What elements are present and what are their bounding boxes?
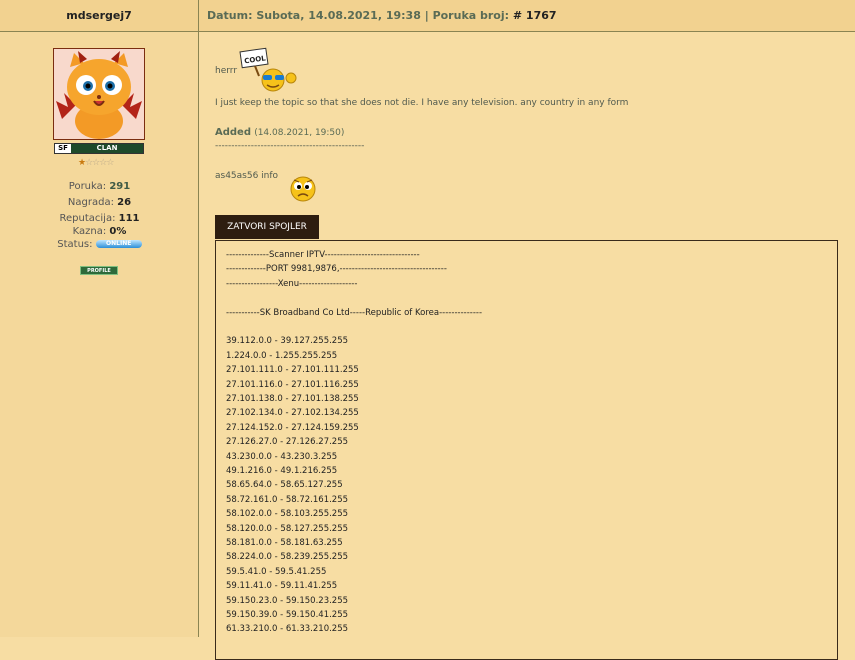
stat-nagrada: Nagrada: 26: [67, 197, 132, 208]
spoiler-line: 59.150.23.0 - 59.150.23.255: [226, 595, 349, 606]
post-text-line2: I just keep the topic so that she does n…: [215, 98, 629, 108]
rank-stars: ★☆☆☆☆: [78, 158, 122, 168]
spoiler-line: 61.33.210.0 - 61.33.210.255: [226, 624, 349, 635]
reputacija-count[interactable]: 111: [119, 213, 140, 224]
spoiler-line: -------------PORT 9981,9876,------------…: [226, 264, 447, 275]
stat-status: Status: ONLINE: [0, 239, 199, 250]
added-time: (14.08.2021, 19:50): [254, 128, 345, 138]
spoiler-line: 27.124.152.0 - 27.124.159.255: [226, 422, 359, 433]
post-text-line1: herrr: [215, 66, 238, 76]
avatar[interactable]: [53, 48, 145, 140]
spoiler-line: 27.101.138.0 - 27.101.138.255: [226, 394, 359, 404]
spoiler-line: 58.72.161.0 - 58.72.161.255: [226, 494, 349, 505]
spoiler-line: -----------SK Broadband Co Ltd-----Repub…: [226, 307, 483, 318]
spoiler-line: 1.224.0.0 - 1.255.255.255: [226, 350, 338, 361]
worried-smiley-icon: [290, 176, 316, 202]
post-author-header: mdsergej7: [0, 0, 199, 32]
post-content: herrr COOL I just keep the topic so that…: [199, 32, 855, 660]
spoiler-line: 59.150.39.0 - 59.150.41.255: [226, 610, 349, 620]
spoiler-line: 27.101.116.0 - 27.101.116.255: [226, 379, 359, 390]
author-sidebar: SF CLAN ★☆☆☆☆ Poruka: 291 Nagrada: 26 Re…: [0, 32, 199, 637]
info-text: as45as56 info: [215, 171, 279, 181]
spoiler-content: --------------Scanner IPTV--------------…: [215, 240, 838, 660]
post-number-link[interactable]: # 1767: [513, 9, 557, 22]
cool-smiley-icon: COOL: [239, 47, 297, 92]
kazna-value: 0%: [109, 226, 127, 237]
clan-badge: SF CLAN: [54, 143, 144, 154]
spoiler-line: 27.126.27.0 - 27.126.27.255: [226, 437, 349, 448]
stat-reputacija: Reputacija: 111: [59, 213, 140, 224]
stat-kazna: Kazna: 0%: [72, 226, 127, 237]
username-link[interactable]: mdsergej7: [66, 9, 132, 22]
meta-separator: |: [424, 9, 429, 22]
cat-devil-avatar-icon: [54, 49, 144, 139]
online-status-badge: ONLINE: [95, 240, 142, 248]
spoiler-line: 58.181.0.0 - 58.181.63.255: [226, 538, 343, 548]
spoiler-line: 59.5.41.0 - 59.5.41.255: [226, 566, 327, 577]
spoiler-line: -----------------Xenu-------------------: [226, 278, 358, 289]
spoiler-line: 27.101.111.0 - 27.101.111.255: [226, 365, 359, 376]
date-label: Datum:: [207, 9, 253, 22]
clan-prefix: SF: [55, 144, 71, 153]
spoiler-line: 59.11.41.0 - 59.11.41.255: [226, 581, 338, 592]
spoiler-line: 43.230.0.0 - 43.230.3.255: [226, 451, 338, 462]
added-label: Added: [215, 127, 251, 138]
nagrada-count[interactable]: 26: [117, 197, 131, 208]
spoiler-line: 49.1.216.0 - 49.1.216.255: [226, 466, 338, 476]
spoiler-line: --------------Scanner IPTV--------------…: [226, 250, 420, 260]
spoiler-line: 39.112.0.0 - 39.127.255.255: [226, 336, 349, 347]
post-number-label: Poruka broj:: [432, 9, 510, 22]
spoiler-line: 58.224.0.0 - 58.239.255.255: [226, 552, 349, 563]
date-value: Subota, 14.08.2021, 19:38: [256, 9, 421, 22]
poruka-count[interactable]: 291: [109, 181, 130, 192]
spoiler-line: 58.102.0.0 - 58.103.255.255: [226, 509, 349, 520]
dashed-divider: ----------------------------------------…: [215, 141, 365, 151]
forum-post: mdsergej7 Datum: Subota, 14.08.2021, 19:…: [0, 0, 855, 660]
spoiler-line: 58.65.64.0 - 58.65.127.255: [226, 480, 343, 491]
added-note: Added (14.08.2021, 19:50): [215, 127, 344, 138]
spoiler-line: 58.120.0.0 - 58.127.255.255: [226, 523, 349, 534]
close-spoiler-button[interactable]: ZATVORI SPOJLER: [215, 215, 319, 239]
stat-poruka: Poruka: 291: [68, 181, 131, 192]
clan-label: CLAN: [96, 144, 118, 152]
profile-button[interactable]: PROFILE: [80, 266, 118, 275]
post-meta-header: Datum: Subota, 14.08.2021, 19:38 | Poruk…: [199, 0, 855, 32]
spoiler-line: 27.102.134.0 - 27.102.134.255: [226, 408, 359, 419]
star-icon: ☆: [106, 158, 114, 168]
